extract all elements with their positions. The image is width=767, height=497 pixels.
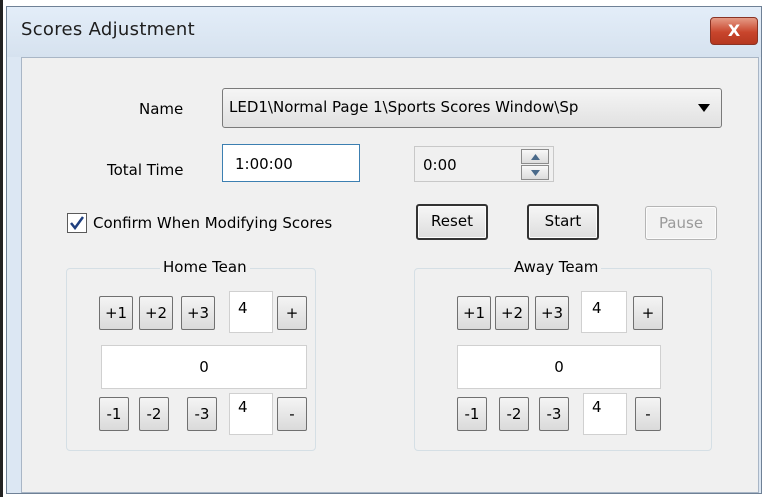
away-minus1-button[interactable]: -1 xyxy=(457,397,487,431)
home-score-field[interactable]: 0 xyxy=(101,345,307,389)
home-minus2-label: -2 xyxy=(146,405,162,423)
home-plus3-label: +3 xyxy=(186,304,210,322)
countdown-spinner[interactable]: 0:00 xyxy=(414,146,554,182)
home-minus-label: - xyxy=(289,405,295,423)
away-plus1-label: +1 xyxy=(462,304,486,322)
home-increment-input[interactable]: 4 xyxy=(229,291,273,333)
reset-button-label: Reset xyxy=(431,212,473,230)
total-time-value: 1:00:00 xyxy=(235,155,293,173)
spin-up-button[interactable] xyxy=(521,149,549,164)
home-plus-label: + xyxy=(285,304,299,322)
away-plus2-button[interactable]: +2 xyxy=(495,296,529,330)
dialog-window: Scores Adjustment X Name LED1\Normal Pag… xyxy=(6,6,762,494)
away-score-field[interactable]: 0 xyxy=(457,345,661,389)
name-dropdown[interactable]: LED1\Normal Page 1\Sports Scores Window\… xyxy=(222,88,722,128)
away-minus3-button[interactable]: -3 xyxy=(539,397,569,431)
outer-frame-edge xyxy=(0,0,3,497)
pause-button-label: Pause xyxy=(658,214,704,232)
home-increment-value: 4 xyxy=(238,299,248,317)
away-score-value: 0 xyxy=(554,358,564,376)
home-minus3-label: -3 xyxy=(194,405,210,423)
dialog-client-area: Name LED1\Normal Page 1\Sports Scores Wi… xyxy=(21,57,759,493)
checkmark-icon xyxy=(70,216,84,230)
home-minus3-button[interactable]: -3 xyxy=(187,397,217,431)
away-increment-input[interactable]: 4 xyxy=(581,291,627,333)
away-minus-button[interactable]: - xyxy=(635,397,661,431)
away-plus3-button[interactable]: +3 xyxy=(535,296,569,330)
total-time-label: Total Time xyxy=(107,161,184,179)
home-plus2-button[interactable]: +2 xyxy=(139,296,173,330)
away-minus1-label: -1 xyxy=(464,405,480,423)
home-minus1-button[interactable]: -1 xyxy=(99,397,129,431)
start-button[interactable]: Start xyxy=(527,204,599,240)
away-minus3-label: -3 xyxy=(546,405,562,423)
home-plus3-button[interactable]: +3 xyxy=(181,296,215,330)
name-dropdown-value: LED1\Normal Page 1\Sports Scores Window\… xyxy=(229,98,579,116)
away-increment-value: 4 xyxy=(592,299,602,317)
home-minus1-label: -1 xyxy=(106,405,122,423)
countdown-value: 0:00 xyxy=(423,156,457,174)
confirm-checkbox[interactable] xyxy=(67,213,87,233)
home-plus1-button[interactable]: +1 xyxy=(99,296,133,330)
away-plus2-label: +2 xyxy=(500,304,524,322)
title-bar[interactable]: Scores Adjustment X xyxy=(7,7,761,57)
away-team-group: Away Team +1 +2 +3 4 + 0 -1 -2 -3 4 - xyxy=(414,258,712,451)
spin-up-icon xyxy=(531,154,540,160)
spin-down-icon xyxy=(531,170,540,176)
window-title: Scores Adjustment xyxy=(21,19,195,40)
close-icon: X xyxy=(727,21,741,40)
away-minus2-label: -2 xyxy=(506,405,522,423)
away-plus-button[interactable]: + xyxy=(633,296,663,330)
away-decrement-value: 4 xyxy=(592,398,602,416)
home-plus2-label: +2 xyxy=(144,304,168,322)
confirm-label: Confirm When Modifying Scores xyxy=(93,214,333,232)
home-minus-button[interactable]: - xyxy=(277,397,307,431)
home-team-title: Home Tean xyxy=(160,258,250,276)
away-plus1-button[interactable]: +1 xyxy=(457,296,491,330)
away-plus-label: + xyxy=(641,304,655,322)
home-decrement-input[interactable]: 4 xyxy=(229,393,273,435)
away-minus-label: - xyxy=(645,405,651,423)
away-decrement-input[interactable]: 4 xyxy=(583,393,627,435)
dropdown-arrow-icon xyxy=(698,104,710,112)
away-minus2-button[interactable]: -2 xyxy=(499,397,529,431)
start-button-label: Start xyxy=(544,212,582,230)
home-plus-button[interactable]: + xyxy=(277,296,307,330)
pause-button[interactable]: Pause xyxy=(645,206,717,240)
name-label: Name xyxy=(139,100,184,118)
away-team-title: Away Team xyxy=(511,258,602,276)
spin-down-button[interactable] xyxy=(521,165,549,180)
total-time-input[interactable]: 1:00:00 xyxy=(222,144,360,182)
reset-button[interactable]: Reset xyxy=(416,204,488,240)
away-plus3-label: +3 xyxy=(540,304,564,322)
close-button[interactable]: X xyxy=(710,17,758,45)
home-plus1-label: +1 xyxy=(104,304,128,322)
home-score-value: 0 xyxy=(199,358,209,376)
home-decrement-value: 4 xyxy=(238,398,248,416)
home-team-group: Home Tean +1 +2 +3 4 + 0 -1 -2 -3 4 - xyxy=(66,258,316,451)
home-minus2-button[interactable]: -2 xyxy=(139,397,169,431)
